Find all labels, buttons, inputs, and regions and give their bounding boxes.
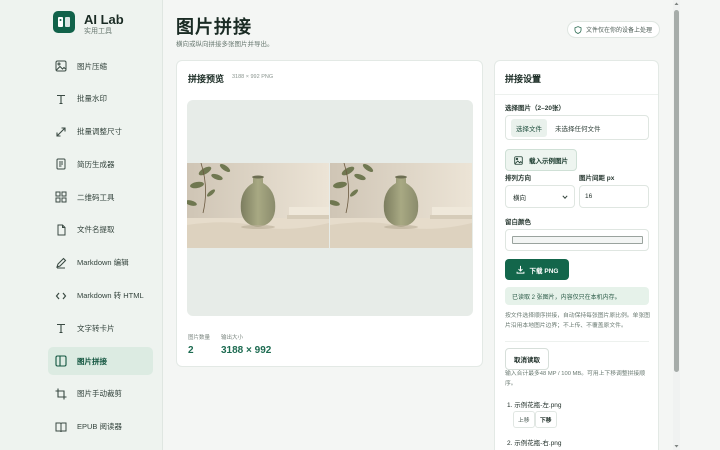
sidebar-item-image-compress[interactable]: 图片压缩 (48, 52, 153, 80)
sidebar: AI Lab 实用工具 图片压缩 批量水印 批量调整尺寸 简历生成器 二维码工具… (0, 0, 163, 450)
direction-label: 排列方向 (505, 175, 531, 182)
sidebar-item-label: Markdown 转 HTML (77, 291, 144, 301)
page-margin (680, 0, 720, 450)
file-input[interactable]: 选择文件 未选择任何文件 (505, 115, 649, 140)
select-images-label: 选择图片（2–20张） (505, 105, 565, 112)
chevron-down-icon (562, 195, 568, 199)
sidebar-item-batch-watermark[interactable]: 批量水印 (48, 85, 153, 113)
stitched-image-right (330, 163, 472, 248)
privacy-badge: 文件仅在你的设备上处理 (567, 21, 661, 38)
download-label: 下载 PNG (529, 267, 559, 275)
color-swatch (512, 236, 643, 244)
sidebar-nav: 图片压缩 批量水印 批量调整尺寸 简历生成器 二维码工具 文件名提取 Markd… (48, 52, 153, 446)
crop-icon (55, 388, 67, 400)
download-png-button[interactable]: 下载 PNG (505, 259, 569, 280)
sidebar-item-label: 批量调整尺寸 (77, 127, 122, 137)
resize-arrows-icon (56, 127, 66, 137)
sidebar-item-manual-crop[interactable]: 图片手动裁剪 (48, 380, 153, 408)
download-icon (516, 265, 524, 274)
book-icon (55, 422, 67, 432)
code-icon (55, 292, 67, 299)
file-list-item-1: 1. 示例花瓶-左.png (507, 402, 562, 409)
file-list-item-2: 2. 示例花瓶-右.png (507, 440, 562, 447)
preview-card: 拼接预览 3188 × 992 PNG 图片数量 2 输出大小 3188 × 9… (176, 60, 483, 367)
sidebar-item-label: 批量水印 (77, 94, 107, 104)
divider (505, 341, 649, 342)
text-t-icon (57, 324, 65, 334)
scrollbar-thumb[interactable] (674, 10, 679, 372)
document-icon (56, 158, 66, 170)
image-icon (55, 60, 67, 72)
direction-select[interactable]: 横向 (505, 185, 575, 208)
sidebar-item-label: 图片压缩 (77, 61, 107, 71)
sidebar-item-label: EPUB 阅读器 (77, 422, 123, 432)
sidebar-item-label: 简历生成器 (77, 159, 115, 169)
image-icon (514, 155, 523, 165)
file-icon (57, 224, 66, 236)
load-sample-label: 载入示例图片 (529, 158, 568, 165)
bg-color-input[interactable] (505, 229, 649, 251)
gap-label: 图片间距 px (579, 175, 615, 182)
preview-meta: 3188 × 992 PNG (232, 74, 274, 80)
stat-count-value: 2 (188, 345, 194, 356)
settings-title: 拼接设置 (505, 74, 542, 84)
sidebar-item-filename-extract[interactable]: 文件名提取 (48, 216, 153, 244)
move-up-button[interactable]: 上移 (513, 411, 535, 428)
sidebar-item-markdown-edit[interactable]: Markdown 编辑 (48, 249, 153, 277)
page-subtitle: 横向或纵向拼接多张图片并导出。 (176, 41, 274, 48)
sidebar-item-batch-resize[interactable]: 批量调整尺寸 (48, 118, 153, 146)
status-message: 已读取 2 张图片，内容仅只在本机内存。 (505, 287, 649, 305)
pen-icon (56, 257, 67, 269)
sidebar-item-image-stitch[interactable]: 图片拼接 (48, 347, 153, 376)
stat-size-label: 输出大小 (221, 335, 244, 341)
preview-title: 拼接预览 (188, 74, 225, 84)
gap-input[interactable]: 16 (579, 185, 649, 208)
sidebar-item-label: 图片手动裁剪 (77, 389, 122, 399)
sidebar-item-markdown-html[interactable]: Markdown 转 HTML (48, 282, 153, 310)
brand-name: AI Lab (84, 12, 124, 27)
load-sample-button[interactable]: 载入示例图片 (505, 149, 577, 171)
stitched-image-left (187, 163, 329, 248)
move-down-button[interactable]: 下移 (535, 411, 557, 428)
divider (495, 94, 658, 95)
choose-file-button[interactable]: 选择文件 (511, 118, 547, 137)
sidebar-item-label: 二维码工具 (77, 192, 115, 202)
cancel-read-button[interactable]: 取消读取 (505, 348, 549, 370)
brand-logo-icon (53, 11, 75, 33)
page-title: 图片拼接 (176, 17, 252, 37)
settings-card: 拼接设置 选择图片（2–20张） 选择文件 未选择任何文件 载入示例图片 排列方… (494, 60, 659, 450)
sidebar-item-resume-builder[interactable]: 简历生成器 (48, 150, 153, 178)
no-file-text: 未选择任何文件 (555, 125, 601, 133)
gap-value: 16 (585, 193, 593, 200)
scroll-up-arrow-icon[interactable] (674, 1, 679, 7)
scroll-down-arrow-icon[interactable] (674, 443, 679, 449)
sidebar-item-label: 图片拼接 (77, 356, 107, 366)
sidebar-item-epub-reader[interactable]: EPUB 阅读器 (48, 413, 153, 441)
direction-value: 横向 (513, 194, 526, 202)
stat-count-label: 图片数量 (188, 335, 211, 341)
sidebar-item-text-card[interactable]: 文字转卡片 (48, 314, 153, 342)
stat-size-value: 3188 × 992 (221, 345, 272, 356)
text-t-icon (57, 94, 65, 104)
sidebar-item-qrcode[interactable]: 二维码工具 (48, 183, 153, 211)
limit-help-text: 输入合计最多48 MP / 100 MB。可用上下移调整拼接顺序。 (505, 371, 646, 387)
privacy-text: 文件仅在你的设备上处理 (586, 28, 653, 34)
bg-color-label: 留白颜色 (505, 219, 531, 226)
preview-canvas (187, 100, 473, 316)
sidebar-item-label: 文件名提取 (77, 225, 115, 235)
brand-subtitle: 实用工具 (84, 28, 112, 35)
sidebar-item-label: 文字转卡片 (77, 323, 115, 333)
stitch-help-text: 按文件选择顺序拼接，自动保持每张图片原比例。单张图片沿用本地图片边界；不上传、不… (505, 313, 650, 329)
grid-icon (55, 191, 67, 203)
sidebar-item-label: Markdown 编辑 (77, 258, 129, 268)
split-panel-icon (55, 355, 67, 367)
shield-icon (574, 25, 582, 34)
